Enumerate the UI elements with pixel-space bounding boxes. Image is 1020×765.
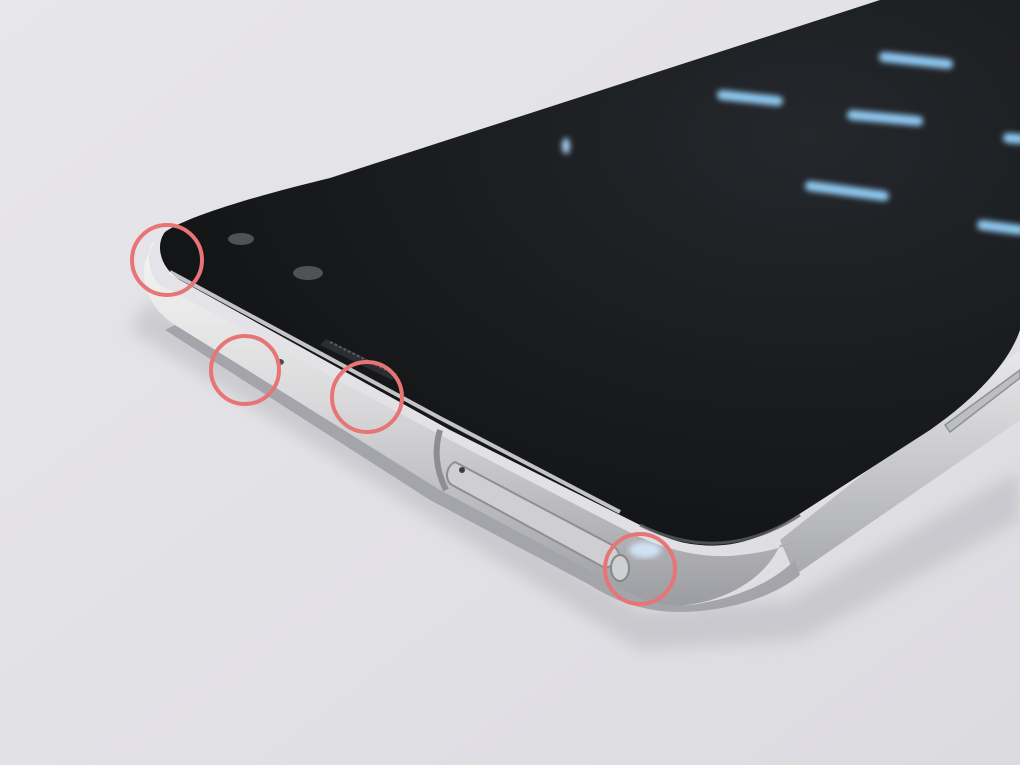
corner-button: [610, 554, 630, 582]
front-sensor-1: [228, 233, 254, 245]
sim-eject-hole: [459, 467, 465, 473]
corner-glint: [629, 542, 661, 558]
phone-photo: [0, 0, 1020, 765]
front-sensor-2: [293, 266, 323, 280]
